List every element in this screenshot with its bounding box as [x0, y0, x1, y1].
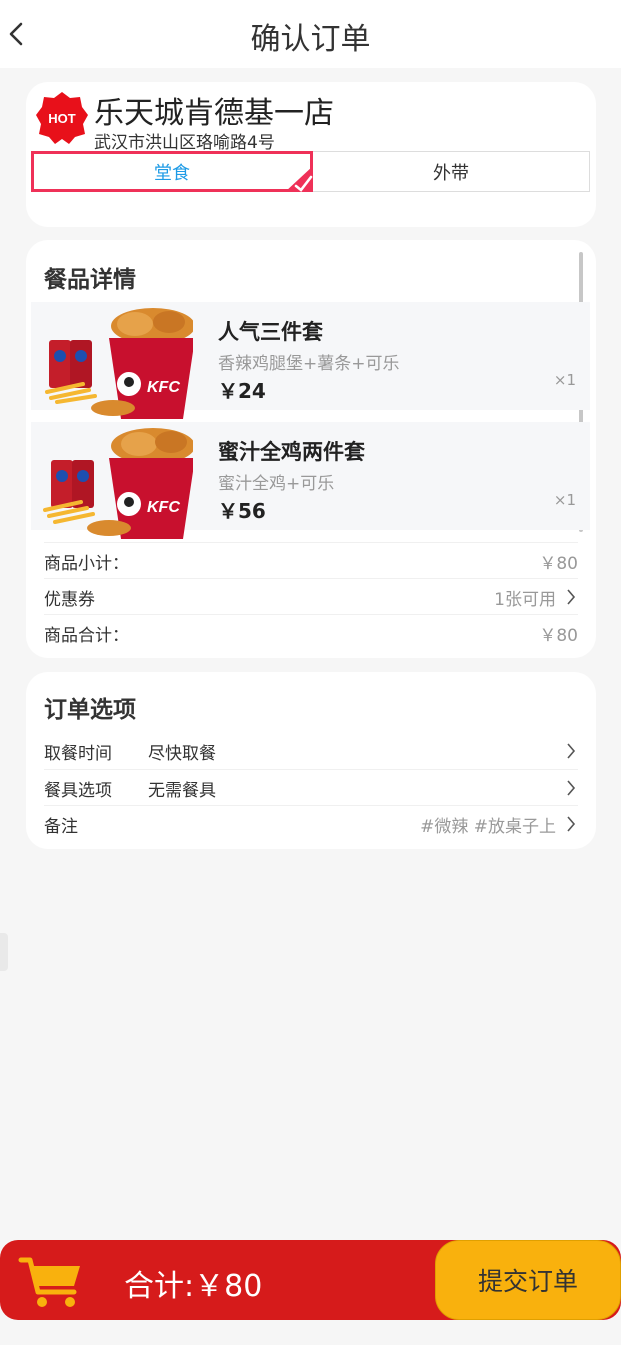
coupon-row[interactable]: 优惠券 1张可用: [44, 578, 578, 614]
chevron-right-icon: [567, 816, 576, 832]
page-title: 确认订单: [250, 22, 371, 57]
chevron-right-icon: [567, 589, 576, 605]
food-item[interactable]: KFC 人气三件套 香辣鸡腿堡+薯条+可乐 ￥24 ×1: [31, 302, 590, 419]
remark-row[interactable]: 备注 #微辣 #放桌子上: [44, 805, 578, 841]
check-icon: [285, 166, 313, 192]
svg-text:HOT: HOT: [48, 111, 76, 126]
tableware-label: 餐具选项: [44, 781, 112, 801]
food-qty: ×1: [553, 371, 576, 389]
order-detail-card: 餐品详情 KFC 人气三件套 香辣鸡腿堡+薯条+可乐 ￥24 ×1 KFC 蜜汁…: [26, 240, 596, 658]
order-options-card: 订单选项 取餐时间 尽快取餐 餐具选项 无需餐具 备注 #微辣 #放桌子上: [26, 672, 596, 849]
food-desc: 蜜汁全鸡+可乐: [218, 474, 335, 494]
store-card: HOT 乐天城肯德基一店 武汉市洪山区珞喻路4号 堂食 外带: [26, 82, 596, 227]
order-type-tabs: 堂食 外带: [31, 151, 590, 192]
subtotal-value: ￥80: [539, 554, 578, 574]
cart-total: 合计:￥80: [124, 1269, 263, 1304]
remark-label: 备注: [44, 817, 78, 837]
food-item[interactable]: KFC 蜜汁全鸡两件套 蜜汁全鸡+可乐 ￥56 ×1: [31, 422, 590, 539]
chevron-right-icon: [567, 780, 576, 796]
section-title-detail: 餐品详情: [44, 267, 136, 293]
tab-dine-in[interactable]: 堂食: [31, 151, 313, 192]
subtotal-row: 商品小计： ￥80: [44, 542, 578, 578]
food-price: ￥24: [218, 379, 266, 403]
food-name: 蜜汁全鸡两件套: [218, 440, 365, 464]
svg-text:KFC: KFC: [147, 379, 180, 396]
hot-badge-icon: HOT: [36, 92, 88, 144]
total-row: 商品合计： ￥80: [44, 614, 578, 650]
chevron-right-icon: [567, 743, 576, 759]
food-price: ￥56: [218, 499, 266, 523]
food-image: KFC: [43, 428, 193, 539]
tab-takeaway-label: 外带: [433, 162, 469, 184]
total-value: ￥80: [539, 626, 578, 646]
food-desc: 香辣鸡腿堡+薯条+可乐: [218, 354, 400, 374]
store-address: 武汉市洪山区珞喻路4号: [94, 133, 275, 153]
shopping-cart-icon[interactable]: [18, 1252, 84, 1310]
tableware-row[interactable]: 餐具选项 无需餐具: [44, 769, 578, 805]
side-handle[interactable]: [0, 933, 8, 971]
header: 确认订单: [0, 0, 621, 68]
remark-value: #微辣 #放桌子上: [420, 817, 556, 837]
coupon-value: 1张可用: [494, 590, 556, 610]
submit-order-button[interactable]: 提交订单: [435, 1240, 621, 1320]
coupon-label: 优惠券: [44, 590, 95, 610]
svg-text:KFC: KFC: [147, 499, 180, 516]
tab-dine-in-label: 堂食: [154, 162, 190, 184]
pickup-time-label: 取餐时间: [44, 744, 112, 764]
food-name: 人气三件套: [218, 320, 323, 344]
tab-takeaway[interactable]: 外带: [313, 152, 589, 191]
section-title-options: 订单选项: [44, 697, 136, 723]
food-image: KFC: [45, 308, 193, 419]
subtotal-label: 商品小计：: [44, 554, 129, 574]
total-label: 商品合计：: [44, 626, 129, 646]
pickup-time-row[interactable]: 取餐时间 尽快取餐: [44, 733, 578, 769]
food-qty: ×1: [553, 491, 576, 509]
store-name: 乐天城肯德基一店: [94, 96, 334, 131]
tableware-value: 无需餐具: [148, 781, 216, 801]
pickup-time-value: 尽快取餐: [148, 744, 216, 764]
